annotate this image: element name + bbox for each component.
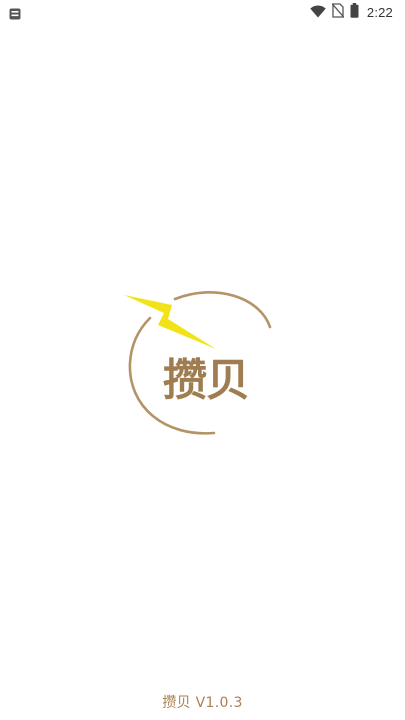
wifi-icon — [310, 3, 326, 22]
status-bar: 2:22 — [0, 0, 405, 24]
lightning-bolt-icon — [124, 295, 216, 349]
status-time: 2:22 — [366, 4, 393, 20]
status-icons: 2:22 — [304, 2, 393, 22]
logo-text: 攒贝 — [163, 355, 250, 406]
no-sim-icon — [331, 2, 345, 22]
battery-icon — [350, 2, 359, 22]
notification-icon — [9, 5, 21, 20]
splash-screen: 2:22 攒贝 攒贝 V1.0.3 — [0, 0, 405, 720]
app-version: 攒贝 V1.0.3 — [162, 695, 243, 711]
logo-ring-top — [173, 291, 272, 329]
